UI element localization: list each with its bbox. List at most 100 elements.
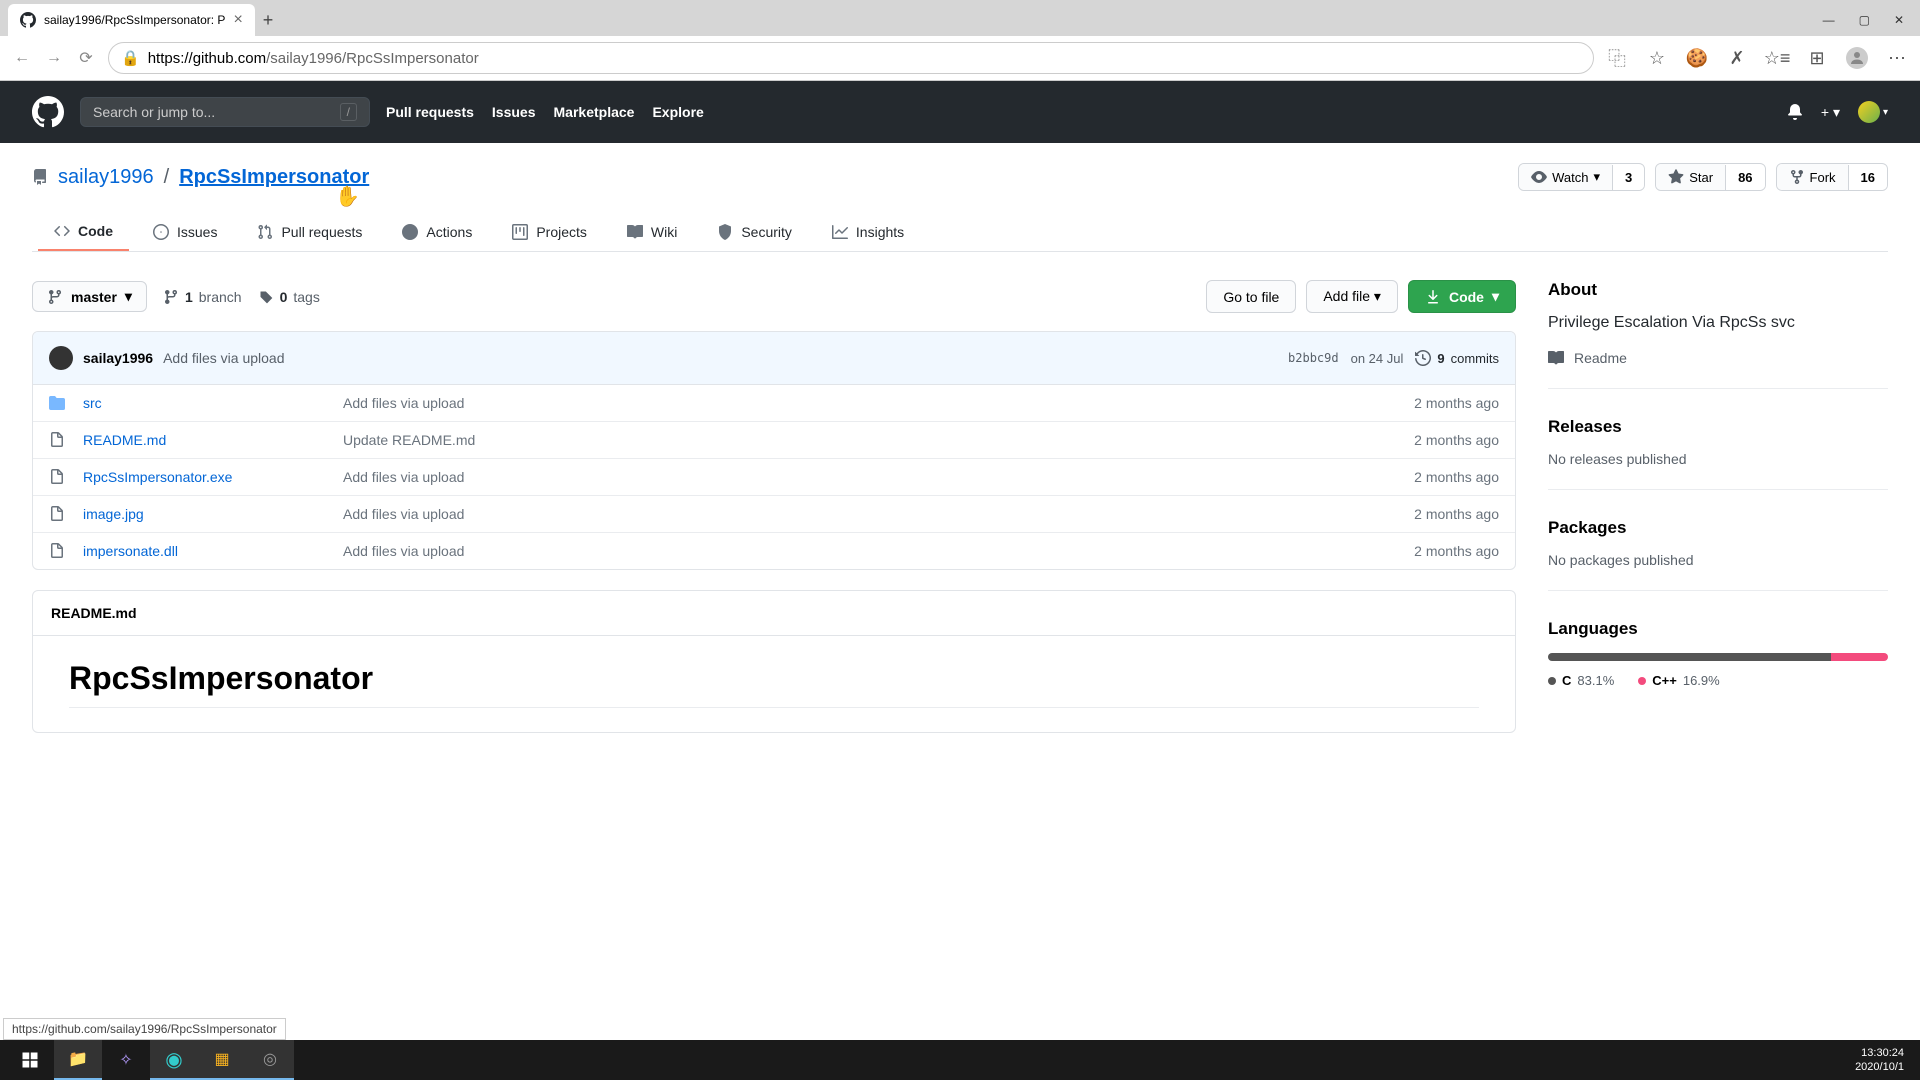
file-time: 2 months ago xyxy=(1414,543,1499,559)
repo-icon xyxy=(32,169,48,185)
close-window-button[interactable]: ✕ xyxy=(1894,13,1904,27)
back-button[interactable]: ← xyxy=(12,48,32,68)
tab-actions[interactable]: Actions xyxy=(386,213,488,251)
file-commit-msg[interactable]: Add files via upload xyxy=(343,395,1414,411)
file-row: impersonate.dll Add files via upload 2 m… xyxy=(33,533,1515,569)
github-logo[interactable] xyxy=(32,96,64,128)
add-file-button[interactable]: Add file ▾ xyxy=(1306,280,1398,313)
github-header: Search or jump to... / Pull requests Iss… xyxy=(0,81,1920,143)
file-link[interactable]: RpcSsImpersonator.exe xyxy=(83,469,232,485)
language-item[interactable]: C 83.1% xyxy=(1548,673,1614,688)
taskbar: 📁 ✧ ◉ ▦ ◎ 13:30:24 2020/10/1 xyxy=(0,1040,1920,1080)
tab-projects[interactable]: Projects xyxy=(496,213,603,251)
commit-avatar[interactable] xyxy=(49,346,73,370)
tb-app-1[interactable]: ✧ xyxy=(102,1040,150,1080)
file-toolbar: master ▾ 1 branch 0 tags Go to file Add … xyxy=(32,280,1516,313)
collections-icon[interactable]: ⊞ xyxy=(1806,47,1828,69)
lock-icon: 🔒 xyxy=(121,49,140,67)
gh-nav: Pull requests Issues Marketplace Explore xyxy=(386,104,704,120)
branches-link[interactable]: 1 branch xyxy=(163,289,242,305)
code-button[interactable]: Code ▾ xyxy=(1408,280,1516,313)
new-tab-button[interactable]: + xyxy=(263,10,274,31)
language-item[interactable]: C++ 16.9% xyxy=(1638,673,1719,688)
shield-icon xyxy=(717,224,733,240)
clock-time: 13:30:24 xyxy=(1855,1046,1904,1060)
nav-explore[interactable]: Explore xyxy=(652,104,703,120)
tb-app-2[interactable]: ▦ xyxy=(198,1040,246,1080)
star-button[interactable]: Star 86 xyxy=(1655,163,1765,191)
lang-dot xyxy=(1638,677,1646,685)
extension-icon-1[interactable]: 🍪 xyxy=(1686,47,1708,69)
nav-pull-requests[interactable]: Pull requests xyxy=(386,104,474,120)
profile-icon[interactable] xyxy=(1846,47,1868,69)
reload-button[interactable]: ⟳ xyxy=(76,48,96,68)
tb-edge[interactable]: ◉ xyxy=(150,1040,198,1080)
file-link[interactable]: src xyxy=(83,395,102,411)
tb-explorer[interactable]: 📁 xyxy=(54,1040,102,1080)
tb-obs[interactable]: ◎ xyxy=(246,1040,294,1080)
tab-security[interactable]: Security xyxy=(701,213,808,251)
github-favicon xyxy=(20,12,36,28)
history-icon xyxy=(1415,350,1431,366)
repo-name-link[interactable]: RpcSsImpersonator xyxy=(179,166,369,189)
file-commit-msg[interactable]: Add files via upload xyxy=(343,543,1414,559)
bell-icon[interactable] xyxy=(1787,104,1803,120)
url-field[interactable]: 🔒 https://github.com/sailay1996/RpcSsImp… xyxy=(108,42,1594,74)
commit-author[interactable]: sailay1996 xyxy=(83,350,153,366)
extension-icon-2[interactable]: ✗ xyxy=(1726,47,1748,69)
browser-tab[interactable]: sailay1996/RpcSsImpersonator: P × xyxy=(8,4,255,36)
star-icon-outline[interactable]: ☆ xyxy=(1646,47,1668,69)
about-heading: About xyxy=(1548,280,1888,300)
window-controls: ― ▢ ✕ xyxy=(1823,13,1920,27)
file-link[interactable]: impersonate.dll xyxy=(83,543,178,559)
insights-icon xyxy=(832,224,848,240)
commits-link[interactable]: 9 commits xyxy=(1415,350,1499,366)
nav-marketplace[interactable]: Marketplace xyxy=(554,104,635,120)
tab-insights[interactable]: Insights xyxy=(816,213,920,251)
nav-issues[interactable]: Issues xyxy=(492,104,536,120)
start-button[interactable] xyxy=(6,1040,54,1080)
file-icon xyxy=(49,543,69,559)
branch-selector[interactable]: master ▾ xyxy=(32,281,147,312)
system-tray[interactable]: 13:30:24 2020/10/1 xyxy=(1855,1046,1914,1075)
lang-bar-c xyxy=(1548,653,1831,661)
tags-link[interactable]: 0 tags xyxy=(258,289,320,305)
fork-button[interactable]: Fork 16 xyxy=(1776,163,1888,191)
file-icon xyxy=(49,432,69,448)
maximize-button[interactable]: ▢ xyxy=(1859,13,1870,27)
file-commit-msg[interactable]: Update README.md xyxy=(343,432,1414,448)
search-input[interactable]: Search or jump to... / xyxy=(80,97,370,127)
menu-icon[interactable]: ⋯ xyxy=(1886,47,1908,69)
tab-issues[interactable]: Issues xyxy=(137,213,233,251)
book-icon xyxy=(1548,350,1564,366)
repo-owner-link[interactable]: sailay1996 xyxy=(58,166,154,189)
tab-wiki[interactable]: Wiki xyxy=(611,213,693,251)
releases-heading: Releases xyxy=(1548,417,1888,437)
minimize-button[interactable]: ― xyxy=(1823,13,1835,27)
forward-button[interactable]: → xyxy=(44,48,64,68)
file-commit-msg[interactable]: Add files via upload xyxy=(343,469,1414,485)
avatar-menu[interactable]: ▾ xyxy=(1858,101,1888,123)
commit-message[interactable]: Add files via upload xyxy=(163,350,284,366)
file-link[interactable]: README.md xyxy=(83,432,166,448)
search-slash-hint: / xyxy=(340,103,357,121)
translate-icon[interactable]: ⿻ xyxy=(1606,47,1628,69)
lang-bar-cpp xyxy=(1831,653,1888,661)
tab-bar: sailay1996/RpcSsImpersonator: P × + ― ▢ … xyxy=(0,0,1920,36)
file-link[interactable]: image.jpg xyxy=(83,506,144,522)
tab-pull-requests[interactable]: Pull requests xyxy=(241,213,378,251)
file-icon xyxy=(49,506,69,522)
repo-sidebar: About Privilege Escalation Via RpcSs svc… xyxy=(1548,280,1888,738)
favorites-icon[interactable]: ☆≡ xyxy=(1766,47,1788,69)
plus-menu[interactable]: + ▾ xyxy=(1821,104,1840,121)
url-text: https://github.com/sailay1996/RpcSsImper… xyxy=(148,50,479,67)
close-icon[interactable]: × xyxy=(233,11,242,29)
branch-icon xyxy=(163,289,179,305)
commit-sha[interactable]: b2bbc9d xyxy=(1288,351,1339,365)
file-commit-msg[interactable]: Add files via upload xyxy=(343,506,1414,522)
watch-button[interactable]: Watch ▾ 3 xyxy=(1518,163,1645,191)
tab-code[interactable]: Code xyxy=(38,213,129,251)
file-row: src Add files via upload 2 months ago xyxy=(33,385,1515,422)
readme-link[interactable]: Readme xyxy=(1548,350,1888,366)
go-to-file-button[interactable]: Go to file xyxy=(1206,280,1296,313)
